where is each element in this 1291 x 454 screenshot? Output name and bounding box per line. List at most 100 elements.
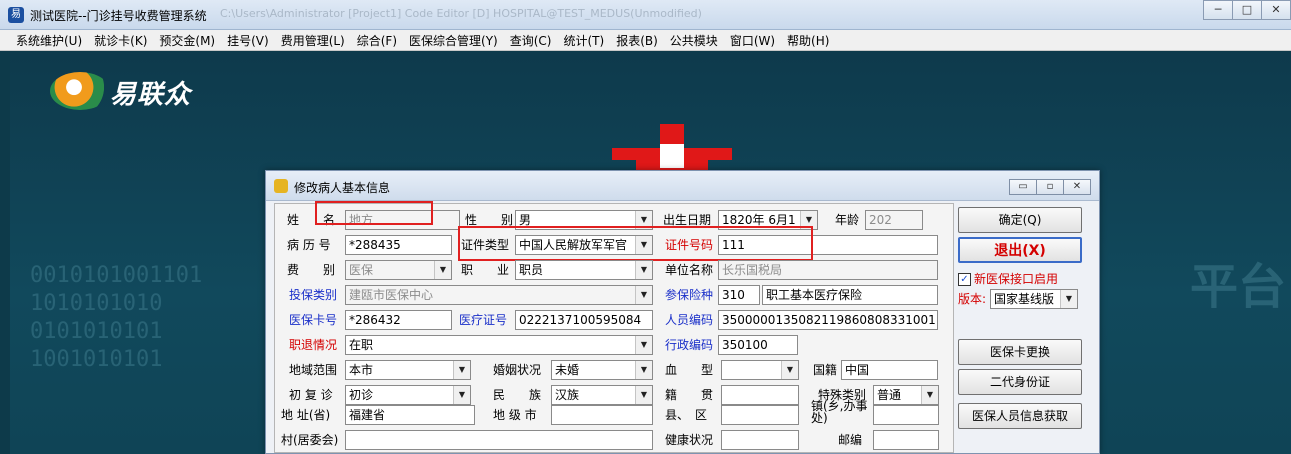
county-label: 县、 区 xyxy=(665,408,708,422)
id-card-button[interactable]: 二代身份证 xyxy=(958,369,1082,395)
record-label: 病 历 号 xyxy=(287,238,331,252)
postal-input[interactable] xyxy=(873,430,939,450)
marital-label: 婚姻状况 xyxy=(493,363,542,377)
job-select[interactable]: 职员 ▼ xyxy=(515,260,653,280)
menu-window[interactable]: 窗口(W) xyxy=(724,32,781,49)
menu-insurance[interactable]: 医保综合管理(Y) xyxy=(403,32,504,49)
insured-label: 参保险种 xyxy=(665,288,714,302)
native-input[interactable] xyxy=(721,385,799,405)
marital-select[interactable]: 未婚 ▼ xyxy=(551,360,653,380)
chevron-down-icon: ▼ xyxy=(635,361,652,379)
red-cross-center xyxy=(660,144,684,168)
addr-label: 地 址(省) xyxy=(281,408,331,422)
edit-patient-dialog: 修改病人基本信息 ▭ ▫ ✕ 姓 名 地方 性 别 男 ▼ 出生日期 1820年 … xyxy=(265,170,1100,454)
retire-select[interactable]: 在职 ▼ xyxy=(345,335,653,355)
instype-select[interactable]: 建瓯市医保中心 ▼ xyxy=(345,285,653,305)
menu-query[interactable]: 查询(C) xyxy=(504,32,558,49)
special-select[interactable]: 普通 ▼ xyxy=(873,385,939,405)
county-input[interactable] xyxy=(721,405,799,425)
new-insurance-checkbox[interactable]: ✓ xyxy=(958,273,971,286)
postal-label: 邮编 xyxy=(838,433,863,447)
dialog-close-button[interactable]: ✕ xyxy=(1063,179,1091,195)
pcode-input[interactable]: 35000001350821198608083310​01 xyxy=(718,310,938,330)
exit-button[interactable]: 退出(X) xyxy=(958,237,1082,263)
insurance-info-button[interactable]: 医保人员信息获取 xyxy=(958,403,1082,429)
background-window-title: C:\Users\Administrator [Project1] Code E… xyxy=(220,7,702,20)
nation-input[interactable]: 中国 xyxy=(841,360,938,380)
dialog-maximize-button[interactable]: ▫ xyxy=(1036,179,1064,195)
logo-text: 易联众 xyxy=(110,80,192,110)
ethnic-label: 民 族 xyxy=(493,388,542,402)
mcard-input[interactable]: *286432 xyxy=(345,310,452,330)
visit-select[interactable]: 初诊 ▼ xyxy=(345,385,471,405)
close-button[interactable]: ✕ xyxy=(1261,0,1291,20)
maximize-button[interactable]: □ xyxy=(1232,0,1262,20)
menu-system[interactable]: 系统维护(U) xyxy=(10,32,88,49)
chevron-down-icon: ▼ xyxy=(781,361,798,379)
age-input[interactable]: 202 xyxy=(865,210,923,230)
highlight-box-id xyxy=(458,226,813,261)
village-label: 村(居委会) xyxy=(281,433,339,447)
addr-input[interactable]: 福建省 xyxy=(345,405,475,425)
record-input[interactable]: *288435 xyxy=(345,235,452,255)
mcard-label: 医保卡号 xyxy=(289,313,338,327)
binary-decoration: 0010101001101 1010101010 0101010101 1001… xyxy=(30,263,203,372)
menu-bar: 系统维护(U) 就诊卡(K) 预交金(M) 挂号(V) 费用管理(L) 综合(F… xyxy=(0,30,1291,51)
fee-label: 费 别 xyxy=(287,263,336,277)
menu-stats[interactable]: 统计(T) xyxy=(557,32,610,49)
new-insurance-label: 新医保接口启用 xyxy=(974,272,1059,286)
city-input[interactable] xyxy=(551,405,653,425)
town-label: 镇(乡,办事处) xyxy=(811,399,868,425)
menu-deposit[interactable]: 预交金(M) xyxy=(153,32,221,49)
chevron-down-icon: ▼ xyxy=(635,261,652,279)
version-select[interactable]: 国家基线版 ▼ xyxy=(990,289,1078,309)
admin-input[interactable]: 350100 xyxy=(718,335,798,355)
instype-label: 投保类别 xyxy=(289,288,338,302)
blood-select[interactable]: ▼ xyxy=(721,360,799,380)
pcode-label: 人员编码 xyxy=(665,313,714,327)
card-change-button[interactable]: 医保卡更换 xyxy=(958,339,1082,365)
menu-help[interactable]: 帮助(H) xyxy=(781,32,835,49)
confirm-button[interactable]: 确定(Q) xyxy=(958,207,1082,233)
fee-select[interactable]: 医保 ▼ xyxy=(345,260,452,280)
retire-label: 职退情况 xyxy=(289,338,338,352)
app-icon: 易 xyxy=(8,7,24,23)
chevron-down-icon: ▼ xyxy=(635,336,652,354)
mcert-input[interactable]: 0222137100595084 xyxy=(515,310,653,330)
chevron-down-icon: ▼ xyxy=(1060,290,1077,308)
admin-label: 行政编码 xyxy=(665,338,714,352)
unit-label: 单位名称 xyxy=(665,263,714,277)
town-input[interactable] xyxy=(873,405,939,425)
watermark-text: 平台 xyxy=(1190,259,1287,315)
dialog-title-bar: 修改病人基本信息 ▭ ▫ ✕ xyxy=(266,171,1099,201)
menu-public[interactable]: 公共模块 xyxy=(664,32,724,49)
chevron-down-icon: ▼ xyxy=(635,386,652,404)
menu-report[interactable]: 报表(B) xyxy=(610,32,664,49)
mcert-label: 医疗证号 xyxy=(459,313,508,327)
side-panel: 确定(Q) 退出(X) ✓ 新医保接口启用 版本: 国家基线版 ▼ 医保卡更换 二… xyxy=(956,203,1094,453)
dialog-minimize-button[interactable]: ▭ xyxy=(1009,179,1037,195)
village-input[interactable] xyxy=(345,430,653,450)
region-label: 地域范围 xyxy=(289,363,338,377)
company-logo-icon xyxy=(50,72,110,110)
menu-register[interactable]: 挂号(V) xyxy=(221,32,275,49)
ethnic-select[interactable]: 汉族 ▼ xyxy=(551,385,653,405)
title-bar: 易 测试医院--门诊挂号收费管理系统 C:\Users\Administrato… xyxy=(0,0,1291,30)
region-select[interactable]: 本市 ▼ xyxy=(345,360,471,380)
dialog-title: 修改病人基本信息 xyxy=(294,181,391,195)
insured-name-input[interactable]: 职工基本医疗保险 xyxy=(762,285,938,305)
chevron-down-icon: ▼ xyxy=(921,386,938,404)
version-label: 版本: xyxy=(958,292,987,306)
menu-fee[interactable]: 费用管理(L) xyxy=(275,32,351,49)
city-label: 地 级 市 xyxy=(493,408,537,422)
insured-code-input[interactable]: 310 xyxy=(718,285,760,305)
health-input[interactable] xyxy=(721,430,799,450)
menu-general[interactable]: 综合(F) xyxy=(351,32,403,49)
menu-card[interactable]: 就诊卡(K) xyxy=(88,32,153,49)
job-label: 职 业 xyxy=(461,263,510,277)
chevron-down-icon: ▼ xyxy=(453,386,470,404)
unit-input[interactable]: 长乐国税局 xyxy=(718,260,938,280)
minimize-button[interactable]: ─ xyxy=(1203,0,1233,20)
chevron-down-icon: ▼ xyxy=(635,286,652,304)
highlight-box-name xyxy=(315,201,433,225)
